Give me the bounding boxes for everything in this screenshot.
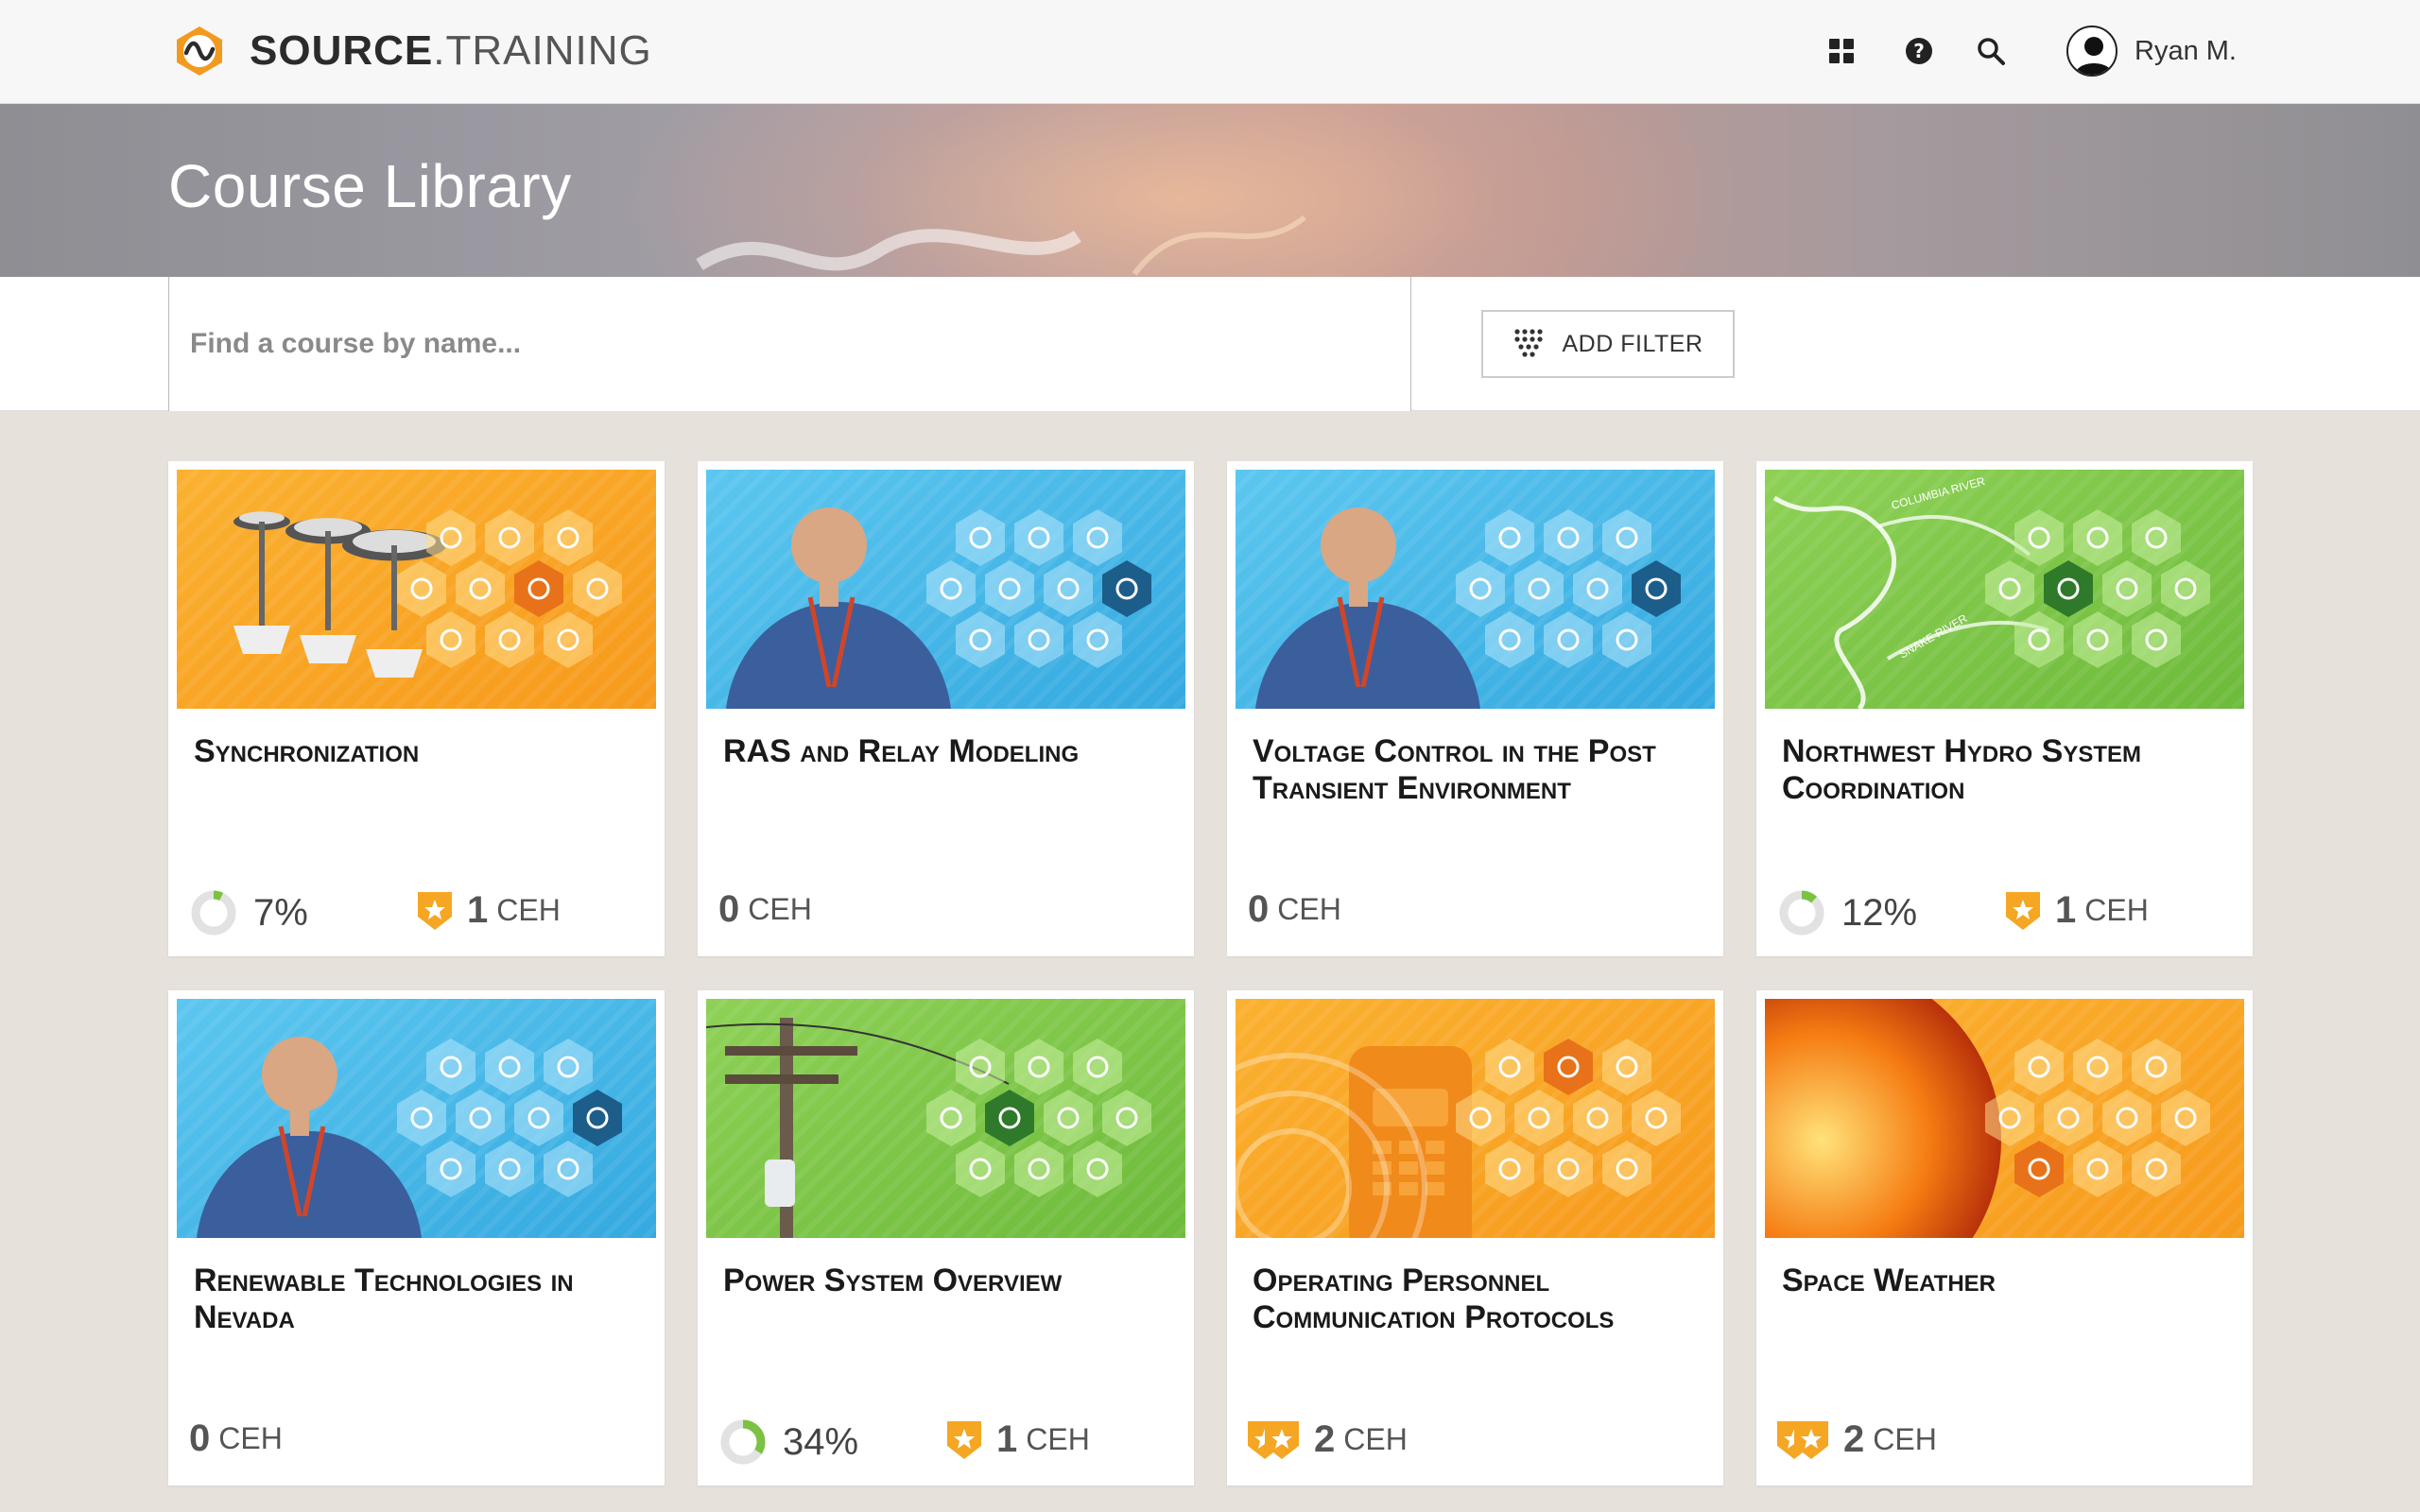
course-thumbnail (177, 999, 656, 1238)
ceh-credits: 1 CEH (416, 888, 561, 932)
course-thumbnail (1765, 999, 2244, 1238)
course-title: Northwest Hydro System Coordination (1782, 733, 2142, 806)
course-search-input[interactable] (168, 277, 1411, 411)
filter-dots-icon (1513, 329, 1543, 357)
ceh-credits: 1 CEH (945, 1418, 1090, 1461)
apps-grid-icon[interactable] (1823, 32, 1860, 70)
course-title: Power System Overview (723, 1263, 1063, 1298)
avatar-icon (2066, 26, 2118, 77)
ceh-credits: 0 CEH (718, 888, 812, 931)
ceh-count: 2 (1843, 1418, 1865, 1460)
ceh-count: 1 (467, 888, 489, 931)
hero-decoration (696, 215, 1306, 276)
top-navbar: SOURCE.TRAINING ? Ryan M. (0, 0, 2420, 104)
course-title: RAS and Relay Modeling (723, 733, 1080, 769)
course-title: Renewable Technologies in Nevada (194, 1263, 574, 1335)
ceh-credits: 1 CEH (2004, 888, 2149, 932)
course-card[interactable]: Power System Overview 34% 1 CEH (698, 990, 1194, 1486)
ceh-badge-icon (1777, 1421, 1828, 1459)
course-thumbnail (706, 999, 1185, 1238)
progress-ring-icon (1779, 890, 1824, 936)
ceh-unit: CEH (1026, 1421, 1090, 1456)
course-footer: 12% 1 CEH (1777, 885, 2231, 941)
course-footer: 0 CEH (718, 885, 1172, 941)
ceh-badge-icon (947, 1421, 981, 1459)
hero-banner: Course Library (0, 104, 2420, 277)
ceh-count: 0 (1248, 888, 1270, 930)
progress-ring-icon (720, 1419, 766, 1465)
progress-percent: 34% (783, 1420, 859, 1463)
user-menu[interactable]: Ryan M. (2066, 25, 2237, 77)
ceh-badge-icon (1248, 1421, 1299, 1459)
progress-percent: 12% (1841, 891, 1918, 934)
course-thumbnail (177, 470, 656, 709)
course-thumbnail (706, 470, 1185, 709)
course-card[interactable]: Renewable Technologies in Nevada 0 CEH (168, 990, 665, 1486)
help-icon[interactable]: ? (1900, 32, 1938, 70)
ceh-badge-icon (2006, 892, 2040, 930)
user-name: Ryan M. (2135, 35, 2237, 66)
ceh-badge-icon (418, 892, 452, 930)
course-footer: 34% 1 CEH (718, 1414, 1172, 1470)
svg-text:?: ? (1913, 40, 1925, 62)
ceh-unit: CEH (1277, 892, 1341, 926)
course-footer: 2 CEH (1777, 1414, 2231, 1470)
add-filter-button[interactable]: ADD FILTER (1481, 310, 1735, 378)
ceh-credits: 0 CEH (189, 1418, 283, 1460)
ceh-credits: 0 CEH (1248, 888, 1341, 931)
ceh-count: 0 (718, 888, 740, 930)
course-footer: 0 CEH (189, 1414, 643, 1470)
ceh-count: 1 (2055, 888, 2077, 931)
course-progress: 7% (189, 888, 308, 937)
ceh-unit: CEH (1343, 1421, 1408, 1456)
course-title: Voltage Control in the Post Transient En… (1253, 733, 1656, 806)
ceh-unit: CEH (2084, 892, 2149, 927)
course-footer: 0 CEH (1248, 885, 1702, 941)
page-title: Course Library (168, 152, 572, 220)
course-thumbnail (1236, 999, 1715, 1238)
course-title: Synchronization (194, 733, 420, 769)
ceh-count: 2 (1314, 1418, 1336, 1460)
logo[interactable]: SOURCE.TRAINING (170, 23, 652, 79)
logo-mark-icon (177, 26, 222, 76)
course-card[interactable]: Voltage Control in the Post Transient En… (1227, 461, 1723, 956)
search-filter-bar: ADD FILTER (0, 277, 2420, 411)
add-filter-label: ADD FILTER (1562, 330, 1703, 357)
course-thumbnail (1236, 470, 1715, 709)
ceh-unit: CEH (496, 892, 561, 927)
ceh-credits: 2 CEH (1775, 1418, 1937, 1461)
search-icon[interactable] (1972, 32, 2010, 70)
course-progress: 34% (718, 1418, 858, 1467)
ceh-count: 0 (189, 1418, 211, 1459)
course-card[interactable]: COLUMBIA RIVER SNAKE RIVER Northwest Hydro… (1756, 461, 2253, 956)
course-footer: 2 CEH (1248, 1414, 1702, 1470)
ceh-unit: CEH (748, 892, 812, 926)
course-thumbnail: COLUMBIA RIVER SNAKE RIVER (1765, 470, 2244, 709)
progress-percent: 7% (253, 891, 308, 934)
course-progress: 12% (1777, 888, 1917, 937)
ceh-count: 1 (996, 1418, 1018, 1460)
course-footer: 7% 1 CEH (189, 885, 643, 941)
ceh-unit: CEH (1873, 1421, 1937, 1456)
brand-name: SOURCE.TRAINING (250, 27, 652, 74)
course-card[interactable]: RAS and Relay Modeling 0 CEH (698, 461, 1194, 956)
course-card[interactable]: Operating Personnel Communication Protoc… (1227, 990, 1723, 1486)
ceh-credits: 2 CEH (1246, 1418, 1408, 1461)
course-card[interactable]: Synchronization 7% 1 CEH (168, 461, 665, 956)
course-card[interactable]: Space Weather 2 CEH (1756, 990, 2253, 1486)
course-title: Space Weather (1782, 1263, 1996, 1298)
ceh-unit: CEH (218, 1421, 283, 1455)
progress-ring-icon (191, 890, 236, 936)
course-title: Operating Personnel Communication Protoc… (1253, 1263, 1615, 1335)
